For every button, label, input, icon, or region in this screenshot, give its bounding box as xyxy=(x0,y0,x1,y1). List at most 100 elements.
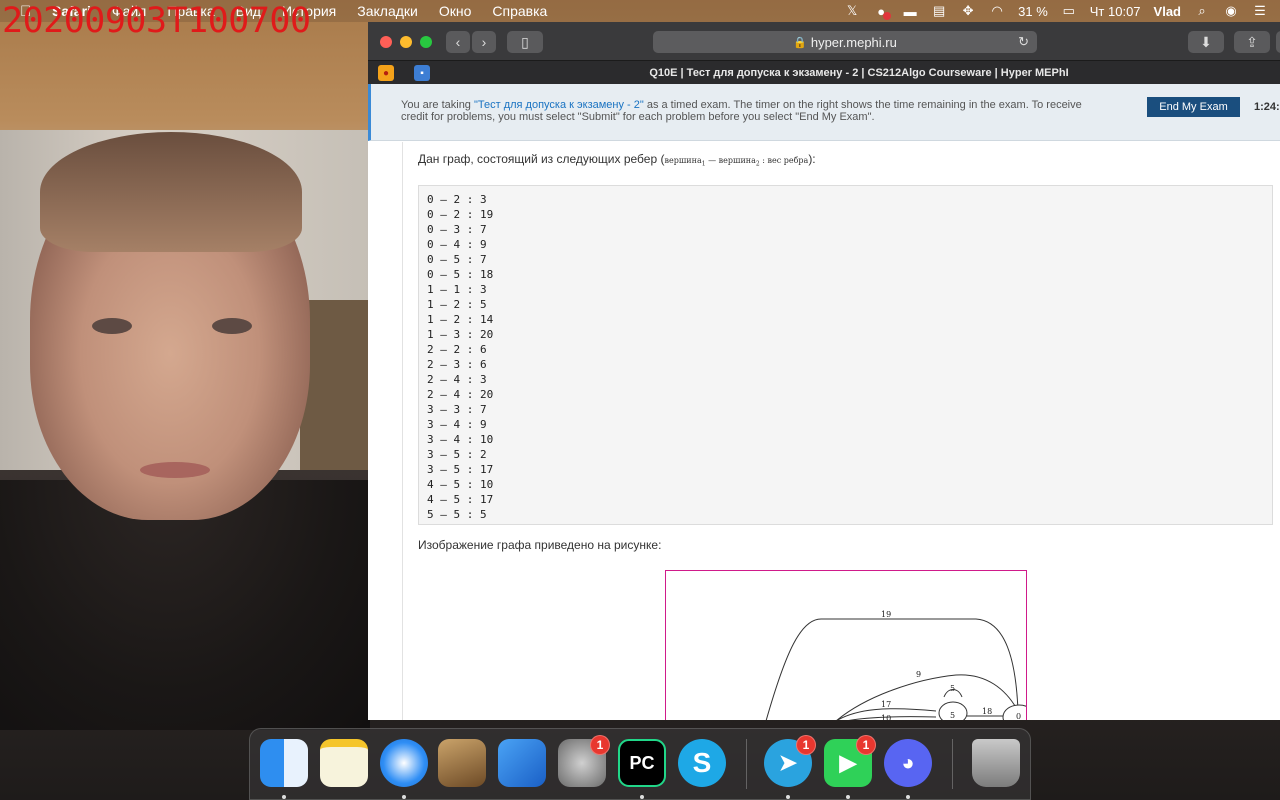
safari-window: ‹ › ▯ 🔒 hyper.mephi.ru ↻ ⬇ ⇪ ● ▪ Q10E | … xyxy=(368,22,1280,720)
bluetooth-icon[interactable]: ✥ xyxy=(960,3,976,18)
edge-line: 1 — 2 : 14 xyxy=(427,313,494,326)
message-favorite-icon[interactable]: ▪ xyxy=(414,65,430,81)
graph-label-10: 10 xyxy=(881,714,891,720)
chevron-left-icon: ‹ xyxy=(455,34,461,50)
graph-figure: 19 9 5 17 10 18 5 0 xyxy=(665,570,1027,720)
running-indicator xyxy=(282,795,286,799)
running-indicator xyxy=(402,795,406,799)
notification-center-icon[interactable]: ☰ xyxy=(1252,3,1268,18)
x-status-icon[interactable]: 𝕏 xyxy=(844,3,860,18)
running-indicator xyxy=(846,795,850,799)
graph-image-caption: Изображение графа приведено на рисунке: xyxy=(418,538,662,552)
notes-app-icon[interactable] xyxy=(320,739,368,787)
person-mouth xyxy=(140,462,210,478)
system-preferences-app-icon[interactable]: 1 xyxy=(558,735,610,787)
facetime-app-icon[interactable]: ▶ 1 xyxy=(824,735,876,787)
battery-icon[interactable]: ▭ xyxy=(1061,3,1077,18)
edge-line: 1 — 2 : 5 xyxy=(427,298,487,311)
menu-clock[interactable]: Чт 10:07 xyxy=(1090,4,1141,19)
edge-line: 0 — 2 : 19 xyxy=(427,208,494,221)
wifi-icon[interactable]: ◠ xyxy=(989,3,1005,18)
edge-line: 1 — 1 : 3 xyxy=(427,283,487,296)
share-button[interactable]: ⇪ xyxy=(1234,31,1270,53)
close-window-button[interactable] xyxy=(380,36,392,48)
graph-label-9: 9 xyxy=(916,670,921,679)
edge-line: 0 — 3 : 7 xyxy=(427,223,487,236)
banner-text-before: You are taking xyxy=(401,99,474,111)
telegram-badge: 1 xyxy=(796,735,816,755)
tab-bar: ● ▪ Q10E | Тест для допуска к экзамену -… xyxy=(368,60,1280,84)
minimize-window-button[interactable] xyxy=(400,36,412,48)
edge-line: 4 — 5 : 17 xyxy=(427,493,494,506)
battery-percent: 31 % xyxy=(1018,3,1048,19)
safari-app-icon[interactable] xyxy=(380,739,428,787)
edge-list-code-block: 0 — 2 : 3 0 — 2 : 19 0 — 3 : 7 0 — 4 : 9… xyxy=(418,185,1273,525)
edge-line: 0 — 2 : 3 xyxy=(427,193,487,206)
new-tab-button[interactable] xyxy=(1276,31,1280,53)
edge-line: 4 — 5 : 10 xyxy=(427,478,494,491)
dock-separator xyxy=(746,739,747,789)
reload-icon[interactable]: ↻ xyxy=(1018,34,1029,50)
end-my-exam-button[interactable]: End My Exam xyxy=(1147,97,1240,117)
edge-line: 3 — 5 : 2 xyxy=(427,448,487,461)
intro-dash: — xyxy=(705,156,719,165)
running-indicator xyxy=(906,795,910,799)
pycharm-label: PC xyxy=(629,752,655,773)
download-icon: ⬇ xyxy=(1200,33,1212,50)
edge-line: 2 — 2 : 6 xyxy=(427,343,487,356)
running-indicator xyxy=(640,795,644,799)
share-icon: ⇪ xyxy=(1246,33,1258,50)
edge-line: 2 — 3 : 6 xyxy=(427,358,487,371)
siri-icon[interactable]: ◉ xyxy=(1223,3,1239,18)
xcode-app-icon[interactable] xyxy=(498,739,546,787)
firefox-favorite-icon[interactable]: ● xyxy=(378,65,394,81)
spotlight-search-icon[interactable]: ⌕ xyxy=(1194,3,1210,18)
macos-dock: 1 PC S ➤ 1 ▶ 1 ◕ xyxy=(249,728,1031,800)
fullscreen-window-button[interactable] xyxy=(420,36,432,48)
edge-line: 2 — 4 : 3 xyxy=(427,373,487,386)
timed-exam-banner: You are taking "Тест для допуска к экзам… xyxy=(368,84,1280,141)
question-intro-end: ): xyxy=(808,152,816,166)
menu-user[interactable]: Vlad xyxy=(1154,4,1181,19)
address-bar[interactable]: 🔒 hyper.mephi.ru ↻ xyxy=(653,31,1037,53)
dock-separator xyxy=(952,739,953,789)
garageband-app-icon[interactable] xyxy=(438,739,486,787)
menu-bookmarks[interactable]: Закладки xyxy=(357,3,418,19)
question-intro-formula: вершина1 — вершина2 : вес ребра xyxy=(664,156,808,168)
edge-line: 5 — 5 : 5 xyxy=(427,508,487,521)
telegram-app-icon[interactable]: ➤ 1 xyxy=(764,735,816,787)
menu-window[interactable]: Окно xyxy=(439,3,472,19)
edge-line: 0 — 4 : 9 xyxy=(427,238,487,251)
forward-button[interactable]: › xyxy=(472,31,496,53)
intro-vertex-2: вершина xyxy=(718,156,756,165)
notification-status-icon[interactable]: ● xyxy=(873,4,892,20)
graph-label-17: 17 xyxy=(881,700,891,709)
edge-line: 0 — 5 : 7 xyxy=(427,253,487,266)
graph-node-label-0: 0 xyxy=(1016,712,1021,720)
message-status-icon[interactable]: ▬ xyxy=(902,4,918,19)
question-intro: Дан граф, состоящий из следующих ребер (… xyxy=(418,152,816,168)
graph-node-label-5: 5 xyxy=(950,711,955,720)
finder-app-icon[interactable] xyxy=(260,739,308,787)
skype-app-icon[interactable]: S xyxy=(678,739,726,787)
downloads-button[interactable]: ⬇ xyxy=(1188,31,1224,53)
back-button[interactable]: ‹ xyxy=(446,31,470,53)
graph-node-0 xyxy=(1002,704,1026,720)
discord-app-icon[interactable]: ◕ xyxy=(884,739,932,787)
edge-line: 3 — 4 : 9 xyxy=(427,418,487,431)
person-left-eye xyxy=(92,318,132,334)
active-tab-title[interactable]: Q10E | Тест для допуска к экзамену - 2 |… xyxy=(438,67,1280,79)
question-intro-text: Дан граф, состоящий из следующих ребер ( xyxy=(418,152,665,166)
paper-plane-icon: ➤ xyxy=(778,750,798,775)
graph-edge-19 xyxy=(765,618,1019,720)
exam-timer: 1:24: xyxy=(1254,101,1280,113)
room-shelf xyxy=(300,300,370,470)
chevron-right-icon: › xyxy=(481,34,487,50)
pycharm-app-icon[interactable]: PC xyxy=(618,739,666,787)
exam-name-link[interactable]: "Тест для допуска к экзамену - 2" xyxy=(474,99,644,111)
us-flag-input-icon[interactable]: ▤ xyxy=(931,3,947,18)
sidebar-toggle-button[interactable]: ▯ xyxy=(507,31,543,53)
trash-icon[interactable] xyxy=(972,739,1020,787)
person-right-eye xyxy=(212,318,252,334)
menu-help[interactable]: Справка xyxy=(492,3,547,19)
